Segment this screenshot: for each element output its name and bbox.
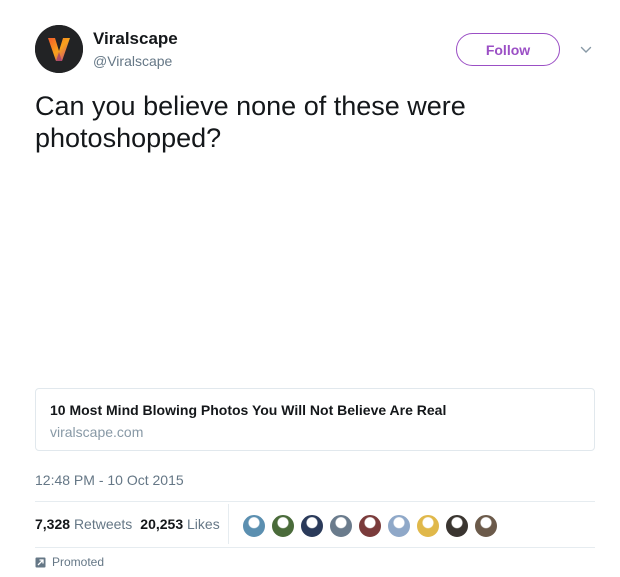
liker-avatar[interactable]: [358, 514, 382, 538]
avatar[interactable]: [35, 25, 83, 73]
card-title: 10 Most Mind Blowing Photos You Will Not…: [50, 402, 447, 418]
retweets-count: 7,328: [35, 516, 71, 532]
divider: [35, 501, 595, 502]
link-card[interactable]: 10 Most Mind Blowing Photos You Will Not…: [35, 388, 595, 451]
tweet-timestamp[interactable]: 12:48 PM - 10 Oct 2015: [35, 472, 184, 488]
promoted-label: Promoted: [35, 555, 104, 571]
liker-avatar[interactable]: [387, 514, 411, 538]
promoted-text: Promoted: [52, 555, 105, 569]
username-handle[interactable]: @Viralscape: [93, 53, 172, 69]
retweets-stat[interactable]: 7,328 Retweets: [35, 516, 132, 532]
likes-label: Likes: [187, 516, 220, 532]
likes-count: 20,253: [140, 516, 184, 532]
viralscape-logo-icon: [35, 25, 83, 73]
liker-avatar[interactable]: [445, 514, 469, 538]
liker-avatar[interactable]: [329, 514, 353, 538]
tweet-text: Can you believe none of these were photo…: [35, 91, 466, 153]
liker-avatar[interactable]: [300, 514, 324, 538]
card-domain: viralscape.com: [50, 424, 144, 440]
follow-button[interactable]: Follow: [456, 33, 560, 66]
tweet-stats: 7,328 Retweets 20,253 Likes: [35, 516, 220, 532]
promoted-arrow-icon: [35, 557, 46, 571]
liker-avatar[interactable]: [242, 514, 266, 538]
chevron-down-icon[interactable]: [580, 44, 592, 56]
liker-avatar[interactable]: [271, 514, 295, 538]
retweets-label: Retweets: [73, 516, 133, 532]
display-name[interactable]: Viralscape: [93, 29, 178, 49]
stats-separator: [228, 504, 229, 544]
divider: [35, 547, 595, 548]
liker-avatar[interactable]: [416, 514, 440, 538]
liker-avatar[interactable]: [474, 514, 498, 538]
likes-stat[interactable]: 20,253 Likes: [140, 516, 219, 532]
